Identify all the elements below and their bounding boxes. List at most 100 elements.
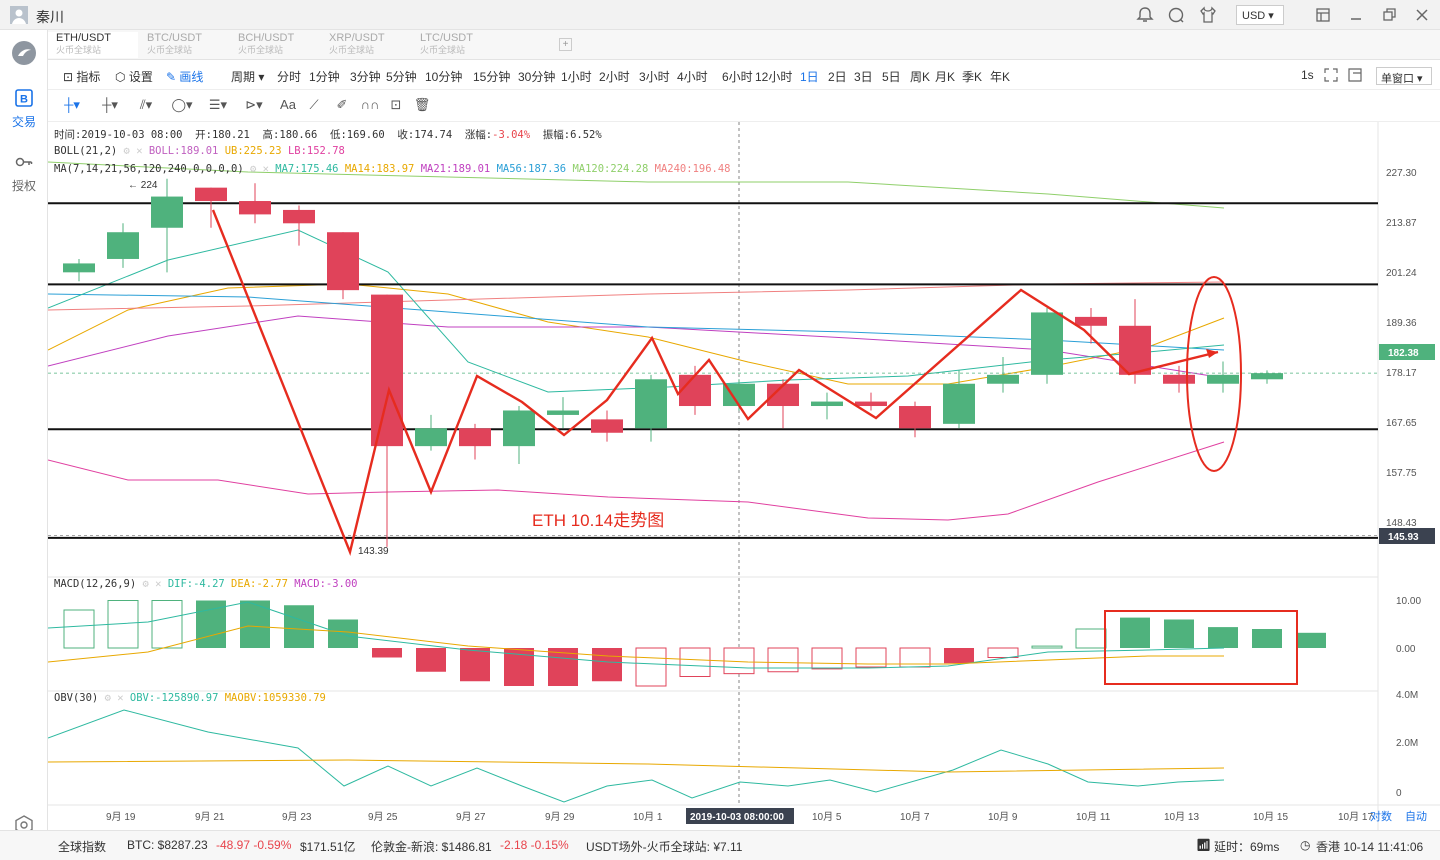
- chart-title-annotation: ETH 10.14走势图: [532, 511, 664, 530]
- chart-area[interactable]: ETH 10.14走势图 ← 224 143.39 227.30 213.87 201.2…: [47, 122, 1440, 830]
- close-icon[interactable]: [1413, 6, 1431, 24]
- candle-body: [239, 201, 271, 215]
- period-1[interactable]: 1分钟: [309, 68, 340, 85]
- gold-price: 伦敦金-新浪: $1486.81: [371, 840, 492, 854]
- macd-bar: [1208, 627, 1238, 648]
- user-avatar-icon[interactable]: [10, 6, 28, 24]
- macd-bar: [679, 647, 711, 677]
- period-16[interactable]: 5日: [882, 68, 901, 85]
- brush-tool-icon[interactable]: ✐: [330, 97, 354, 115]
- latency: 延时：69ms: [1214, 840, 1280, 854]
- candle-body: [943, 383, 975, 424]
- minimize-icon[interactable]: [1347, 6, 1365, 24]
- candle-body: [635, 379, 667, 429]
- restore-icon[interactable]: [1380, 6, 1398, 24]
- candle-body: [151, 196, 183, 228]
- sidebar-item-trade[interactable]: B 交易: [0, 88, 48, 130]
- chat-icon[interactable]: [1167, 6, 1185, 24]
- settings-button[interactable]: ⬡ 设置: [115, 68, 153, 85]
- tab-ltc-usdt[interactable]: LTC/USDT 火币全球站: [412, 32, 502, 58]
- period-0[interactable]: 分时: [277, 68, 301, 85]
- period-7[interactable]: 1小时: [561, 68, 592, 85]
- layout-icon[interactable]: [1314, 6, 1332, 24]
- trend-line-tool-icon[interactable]: ⫽▾: [134, 97, 158, 115]
- tab-xrp-usdt[interactable]: XRP/USDT 火币全球站: [321, 32, 411, 58]
- period-13[interactable]: 1日: [800, 68, 819, 85]
- macd-bar: [1075, 628, 1107, 649]
- currency-select[interactable]: USD ▾: [1236, 5, 1284, 25]
- price-tick-label: 213.87: [1386, 218, 1417, 229]
- tab-eth-usdt[interactable]: ETH/USDT 火币全球站: [48, 32, 138, 58]
- pattern-tool-icon[interactable]: ⊳▾: [242, 97, 266, 115]
- indicator-button[interactable]: ⊡ 指标: [63, 68, 100, 85]
- period-dropdown[interactable]: 周期 ▾: [231, 68, 264, 85]
- macd-bar: [1296, 632, 1326, 648]
- x-tick-label: 9月 21: [195, 811, 225, 823]
- period-5[interactable]: 15分钟: [473, 68, 510, 85]
- app-logo-icon[interactable]: [11, 40, 37, 66]
- indicator-curve-6: [47, 441, 1225, 521]
- sidebar-item-auth[interactable]: 授权: [0, 152, 48, 194]
- sidebar-trade-label: 交易: [11, 115, 36, 129]
- x-tick-label: 10月 11: [1076, 811, 1111, 823]
- ruler-tool-icon[interactable]: ⟋: [302, 97, 326, 115]
- period-12[interactable]: 12小时: [755, 68, 792, 85]
- shirt-icon[interactable]: [1199, 6, 1217, 24]
- tab-btc-usdt[interactable]: BTC/USDT 火币全球站: [139, 32, 229, 58]
- period-20[interactable]: 年K: [990, 68, 1010, 85]
- candle-body: [107, 232, 139, 259]
- status-bar: 全球指数 BTC: $8287.23 -48.97 -0.59% $171.51…: [0, 830, 1440, 860]
- global-index-label[interactable]: 全球指数: [58, 838, 106, 855]
- btc-change: -48.97 -0.59%: [216, 838, 292, 852]
- macd-bar: [284, 605, 314, 648]
- obv-tick-label: 2.0M: [1396, 738, 1418, 749]
- price-tick-label: 189.36: [1386, 318, 1417, 329]
- add-tab-button[interactable]: +: [559, 38, 572, 51]
- auto-scale-toggle: 自动: [1405, 810, 1427, 823]
- period-6[interactable]: 30分钟: [518, 68, 555, 85]
- period-15[interactable]: 3日: [854, 68, 873, 85]
- bell-icon[interactable]: [1136, 6, 1154, 24]
- period-8[interactable]: 2小时: [599, 68, 630, 85]
- draw-line-button[interactable]: ✎ 画线: [166, 68, 203, 85]
- period-2[interactable]: 3分钟: [350, 68, 381, 85]
- macd-info: MACD(12,26,9) ⚙ ✕ DIF:-4.27 DEA:-2.77 MA…: [54, 578, 358, 590]
- clock-icon: ◷: [1300, 838, 1311, 852]
- lock-tool-icon[interactable]: ⊡: [384, 97, 408, 115]
- shape-tool-icon[interactable]: ◯▾: [170, 97, 194, 115]
- popout-icon[interactable]: [1348, 68, 1362, 82]
- period-3[interactable]: 5分钟: [386, 68, 417, 85]
- candle-body: [1075, 316, 1107, 326]
- candle-body: [1251, 373, 1283, 380]
- obv-tick-label: 4.0M: [1396, 690, 1418, 701]
- period-17[interactable]: 周K: [910, 68, 930, 85]
- refresh-speed[interactable]: 1s: [1301, 68, 1314, 82]
- tab-bch-usdt[interactable]: BCH/USDT 火币全球站: [230, 32, 320, 58]
- fullscreen-icon[interactable]: [1324, 68, 1338, 82]
- x-tick-label: 9月 27: [456, 811, 486, 823]
- period-11[interactable]: 6小时: [722, 68, 753, 85]
- period-18[interactable]: 月K: [935, 68, 955, 85]
- magnet-tool-icon[interactable]: ∩∩: [358, 97, 382, 115]
- macd-bar: [372, 648, 402, 658]
- period-19[interactable]: 季K: [962, 68, 982, 85]
- horizontal-line-tool-icon[interactable]: ┼▾: [98, 97, 122, 115]
- log-scale-toggle: 对数: [1370, 809, 1392, 823]
- sidebar: B 交易 授权: [0, 30, 48, 830]
- fib-tool-icon[interactable]: ☰▾: [206, 97, 230, 115]
- period-14[interactable]: 2日: [828, 68, 847, 85]
- candle-body: [415, 428, 447, 447]
- trash-icon[interactable]: 🗑︎: [410, 97, 434, 115]
- period-9[interactable]: 3小时: [639, 68, 670, 85]
- period-4[interactable]: 10分钟: [425, 68, 462, 85]
- window-mode-select[interactable]: 单窗口 ▾: [1376, 67, 1432, 85]
- pair-tabs: ETH/USDT 火币全球站 BTC/USDT 火币全球站 BCH/USDT 火币全球…: [48, 30, 1440, 60]
- kline-chart[interactable]: ETH 10.14走势图 ← 224 143.39 227.30 213.87 201.2…: [47, 122, 1440, 830]
- low-price-label: 145.93: [1388, 532, 1419, 543]
- crosshair-tool-icon[interactable]: ┼▾: [60, 97, 84, 115]
- period-10[interactable]: 4小时: [677, 68, 708, 85]
- candle-body: [679, 374, 711, 407]
- price-tick-label: 178.17: [1386, 368, 1417, 379]
- candle-body: [459, 428, 491, 447]
- text-tool-icon[interactable]: Aa: [276, 97, 300, 115]
